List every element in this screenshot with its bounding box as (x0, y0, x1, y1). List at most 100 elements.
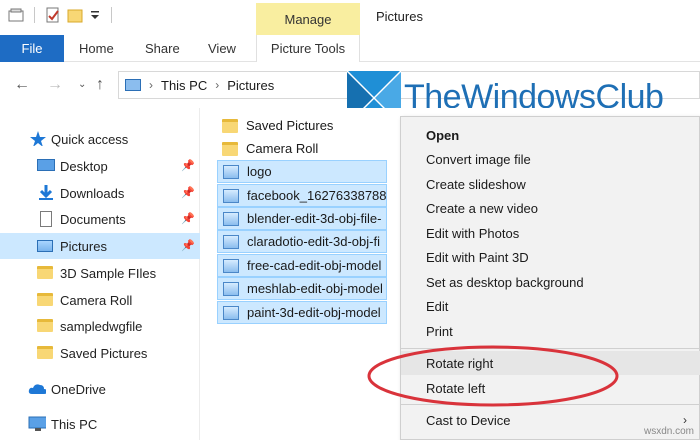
menu-item-open[interactable]: Open (401, 123, 700, 147)
sidebar-item-sampledwgfile[interactable]: sampledwgfile (0, 313, 200, 339)
pin-icon[interactable]: 📌 (181, 159, 195, 172)
new-folder-icon[interactable] (67, 7, 83, 23)
sidebar-item-documents[interactable]: Documents 📌 (0, 206, 200, 232)
image-file-icon (223, 281, 239, 296)
sidebar-item-label: Quick access (51, 131, 129, 147)
toolbar-divider (34, 7, 35, 23)
tab-manage[interactable]: Manage (256, 3, 360, 35)
download-icon (39, 185, 53, 200)
menu-item-edit-with-paint-3d[interactable]: Edit with Paint 3D (401, 245, 700, 269)
list-item[interactable]: meshlab-edit-obj-model (217, 277, 387, 300)
sidebar-item-saved-pictures[interactable]: Saved Pictures (0, 340, 200, 366)
pictures-icon (37, 240, 55, 256)
chevron-right-icon[interactable]: › (149, 78, 153, 92)
menu-item-label: Cast to Device (426, 412, 511, 428)
sidebar-item-onedrive[interactable]: OneDrive (0, 376, 200, 402)
explorer-icon[interactable] (8, 8, 24, 22)
navigation-pane: Quick access Desktop 📌 Downloads 📌 Docum… (0, 108, 200, 440)
pin-icon[interactable]: 📌 (181, 186, 195, 199)
file-name: blender-edit-3d-obj-file- (247, 211, 382, 226)
window-title: Pictures (376, 9, 423, 24)
sidebar-item-label: Downloads (60, 185, 125, 201)
file-name: Camera Roll (246, 141, 319, 156)
sidebar-item-this-pc[interactable]: This PC (0, 411, 200, 437)
list-item[interactable]: free-cad-edit-obj-model (217, 254, 387, 277)
file-name: facebook_1627633878806 (247, 188, 387, 203)
breadcrumb-this-pc[interactable]: This PC (161, 78, 207, 93)
folder-icon (37, 293, 55, 309)
sidebar-item-3d-sample-files[interactable]: 3D Sample FIles (0, 260, 200, 286)
pc-icon (28, 416, 46, 431)
folder-icon (222, 141, 238, 156)
toolbar-divider (111, 7, 112, 23)
sidebar-item-label: 3D Sample FIles (60, 265, 157, 281)
tab-view[interactable]: View (208, 35, 236, 62)
chevron-right-icon[interactable]: › (215, 78, 219, 92)
documents-icon (40, 211, 58, 227)
menu-item-convert-image-file[interactable]: Convert image file (401, 147, 700, 171)
sidebar-item-label: Desktop (60, 158, 108, 174)
sidebar-item-label: Camera Roll (60, 292, 133, 308)
list-item[interactable]: facebook_1627633878806 (217, 184, 387, 207)
file-name: logo (247, 164, 272, 179)
list-item[interactable]: claradotio-edit-3d-obj-fi (217, 230, 387, 253)
tab-home[interactable]: Home (79, 35, 114, 62)
tab-file[interactable]: File (0, 35, 64, 62)
folder-icon (222, 118, 238, 133)
sidebar-item-label: Saved Pictures (60, 345, 148, 361)
forward-arrow-icon[interactable]: → (47, 76, 63, 94)
file-name: free-cad-edit-obj-model (247, 258, 382, 273)
file-name: claradotio-edit-3d-obj-fi (247, 234, 380, 249)
sidebar-item-camera-roll[interactable]: Camera Roll (0, 287, 200, 313)
list-item[interactable]: logo (217, 160, 387, 183)
menu-item-edit[interactable]: Edit (401, 294, 700, 318)
menu-item-create-slideshow[interactable]: Create slideshow (401, 172, 700, 196)
properties-icon[interactable] (45, 7, 61, 23)
chevron-right-icon: › (683, 413, 687, 427)
title-bar: Manage Pictures (0, 0, 700, 35)
pin-icon[interactable]: 📌 (181, 212, 195, 225)
sidebar-item-label: sampledwgfile (60, 318, 143, 334)
tab-picture-tools[interactable]: Picture Tools (256, 35, 360, 62)
ribbon: File Home Share View Picture Tools (0, 35, 700, 62)
recent-locations-icon[interactable]: ⌄ (78, 79, 86, 90)
site-watermark: wsxdn.com (643, 426, 694, 437)
menu-item-set-as-desktop-background[interactable]: Set as desktop background (401, 270, 700, 294)
customize-toolbar-icon[interactable] (89, 9, 101, 21)
image-file-icon (223, 305, 239, 320)
image-file-icon (223, 211, 239, 226)
breadcrumb-pictures[interactable]: Pictures (227, 78, 274, 93)
sidebar-item-quick-access[interactable]: Quick access (0, 126, 200, 152)
file-name: Saved Pictures (246, 118, 334, 133)
up-arrow-icon[interactable]: ↑ (96, 76, 104, 94)
list-item[interactable]: blender-edit-3d-obj-file- (217, 207, 387, 230)
pin-icon[interactable]: 📌 (181, 239, 195, 252)
image-file-icon (223, 188, 239, 203)
highlight-ellipse (367, 345, 619, 407)
sidebar-item-label: Documents (60, 211, 126, 227)
sidebar-item-pictures[interactable]: Pictures 📌 (0, 233, 200, 259)
quick-access-toolbar (8, 7, 116, 23)
sidebar-item-desktop[interactable]: Desktop 📌 (0, 153, 200, 179)
back-arrow-icon[interactable]: ← (14, 76, 30, 94)
file-name: paint-3d-edit-obj-model (247, 305, 381, 320)
menu-item-print[interactable]: Print (401, 319, 700, 343)
sidebar-item-downloads[interactable]: Downloads 📌 (0, 180, 200, 206)
tab-share[interactable]: Share (145, 35, 180, 62)
menu-item-create-new-video[interactable]: Create a new video (401, 196, 700, 220)
star-icon (30, 131, 46, 146)
image-file-icon (223, 164, 239, 179)
list-item[interactable]: paint-3d-edit-obj-model (217, 301, 387, 324)
image-file-icon (223, 258, 239, 273)
menu-item-edit-with-photos[interactable]: Edit with Photos (401, 221, 700, 245)
list-item[interactable]: Camera Roll (217, 137, 387, 160)
sidebar-item-label: This PC (51, 416, 98, 432)
cloud-icon (28, 384, 46, 394)
file-name: meshlab-edit-obj-model (247, 281, 383, 296)
sidebar-item-label: OneDrive (51, 381, 106, 397)
folder-icon (37, 266, 55, 282)
image-file-icon (223, 234, 239, 249)
desktop-icon (37, 159, 55, 175)
list-item[interactable]: Saved Pictures (217, 114, 387, 137)
pictures-location-icon (125, 79, 141, 91)
